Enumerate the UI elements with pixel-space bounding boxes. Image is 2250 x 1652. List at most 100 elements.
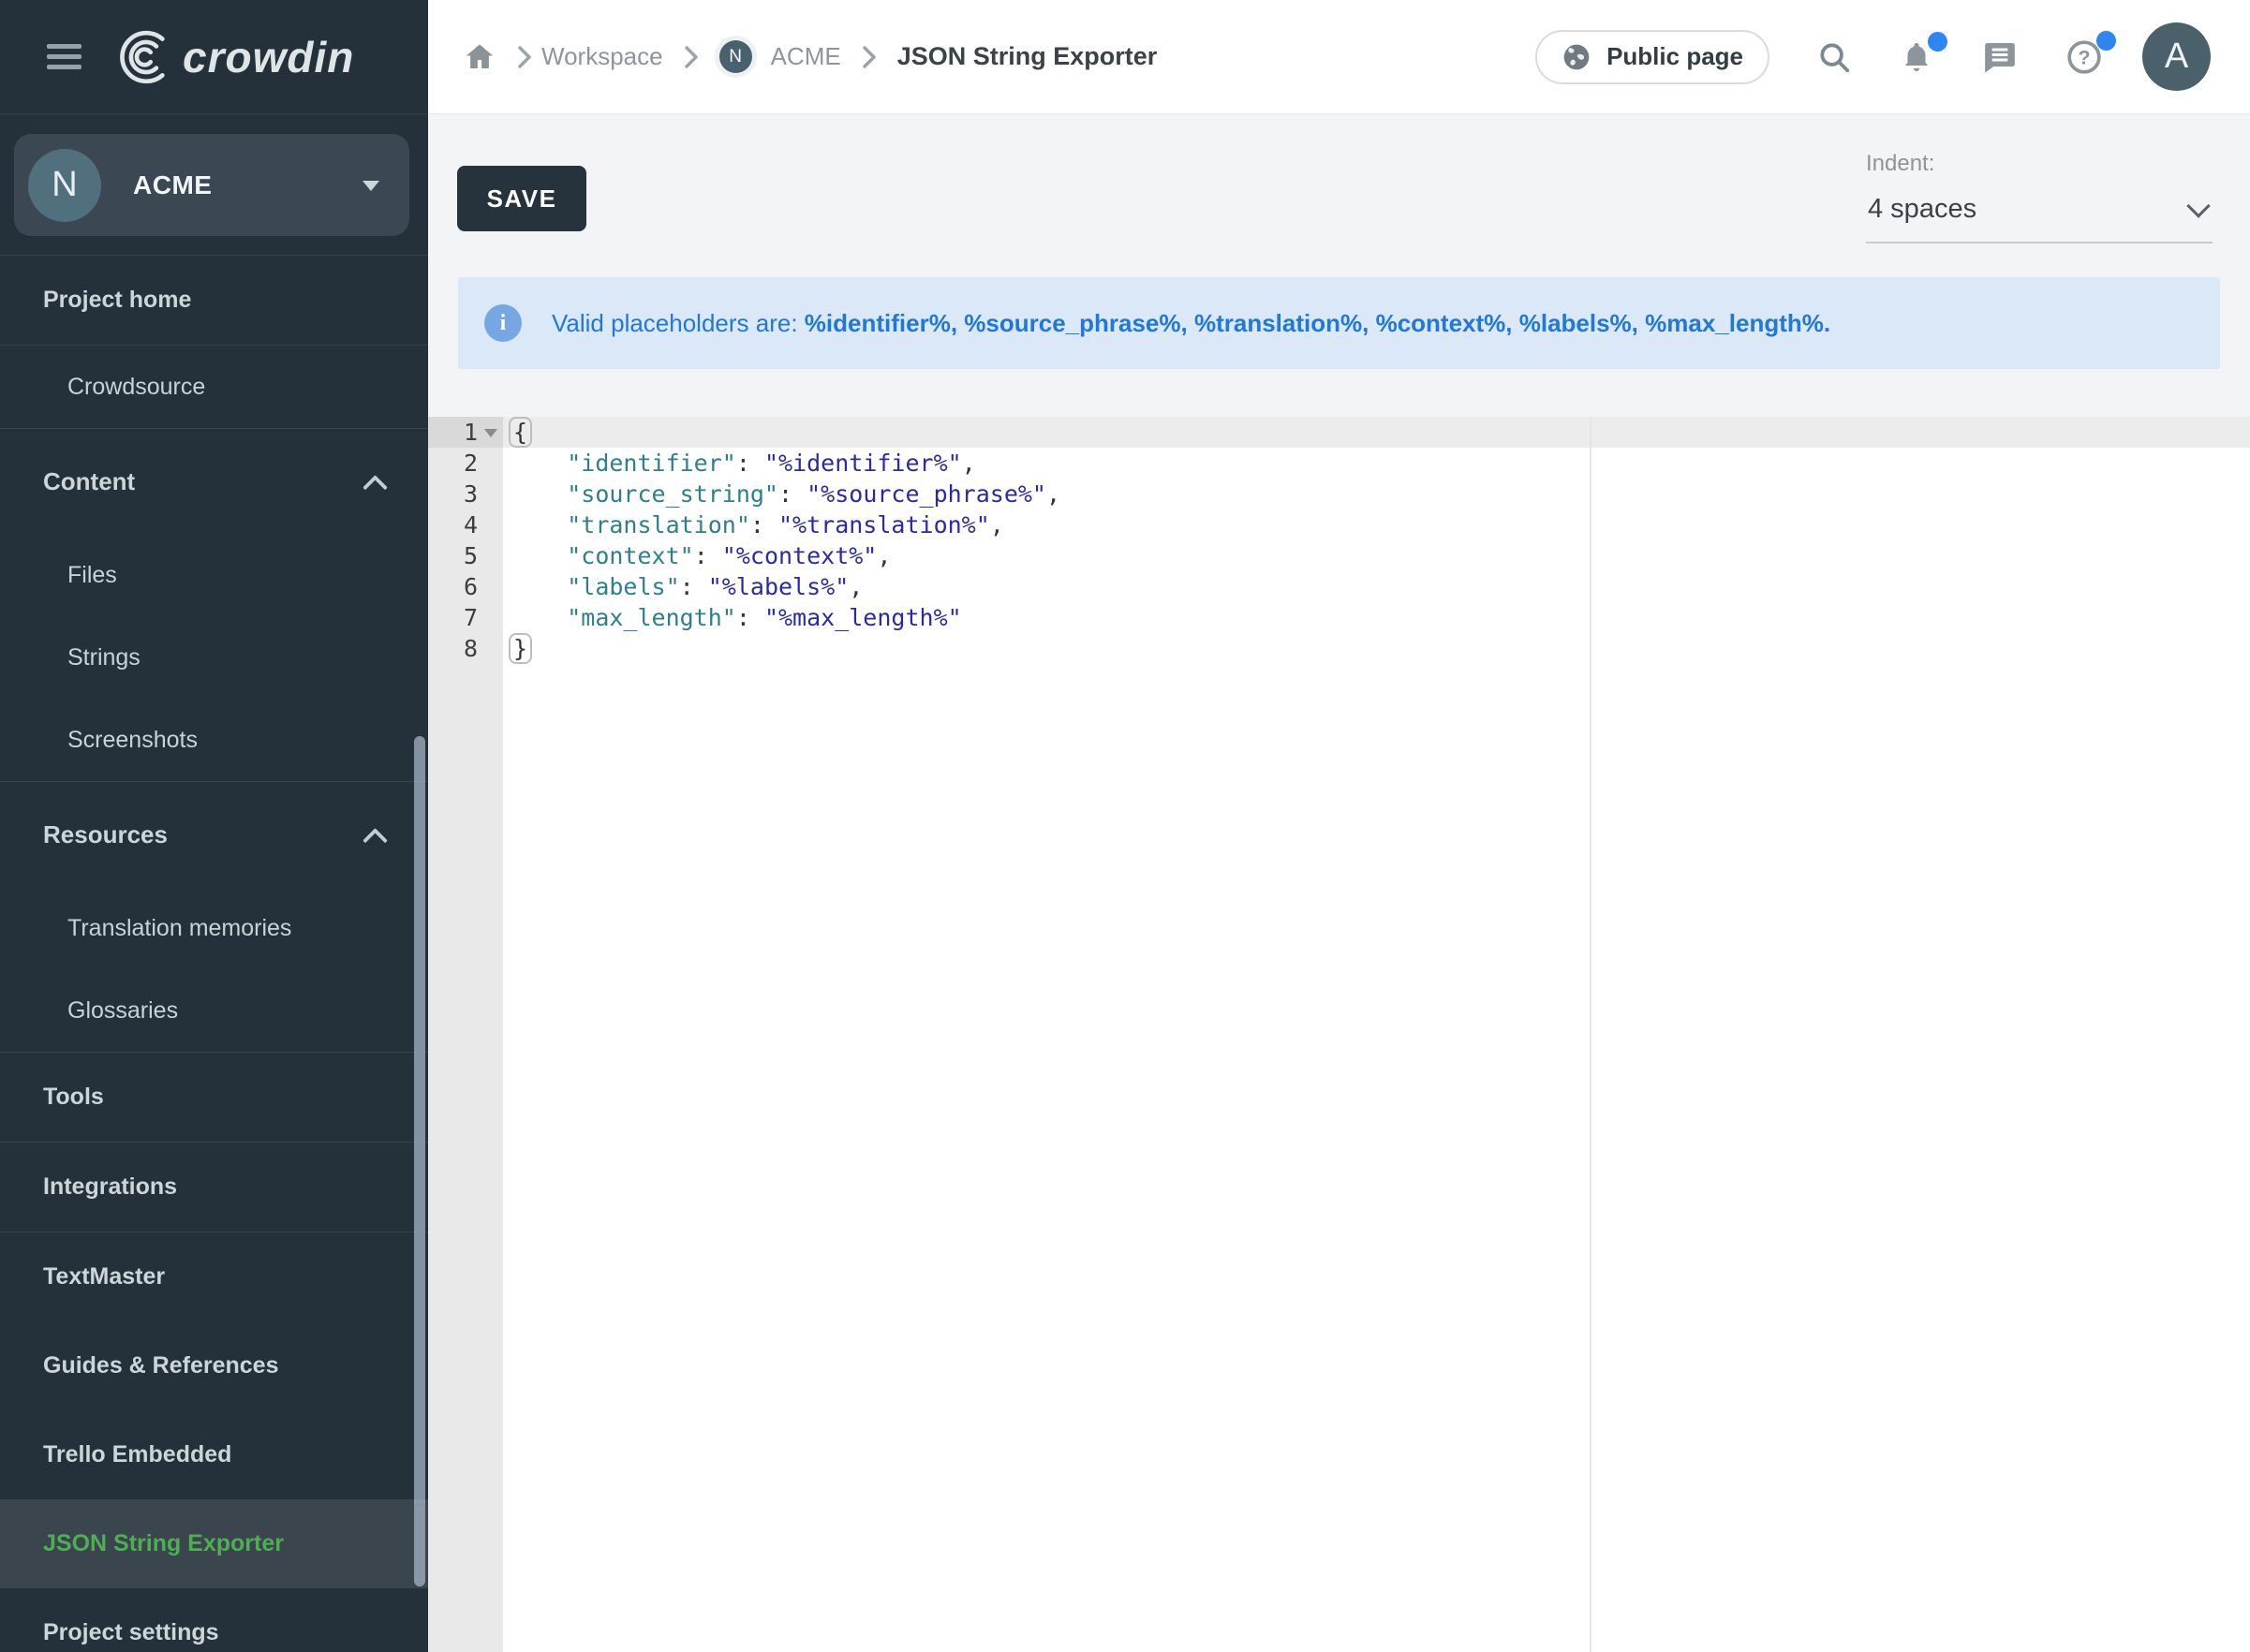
code-text-token: , (849, 573, 863, 600)
code-text-token (511, 480, 567, 508)
home-icon[interactable] (463, 40, 496, 74)
sidebar-item-label: Crowdsource (67, 374, 205, 401)
code-line: "identifier": "%identifier%", (511, 448, 2250, 479)
json-key-token: "identifier" (567, 450, 736, 477)
search-button[interactable] (1816, 39, 1852, 75)
code-line: "translation": "%translation%", (511, 509, 2250, 540)
sidebar-item-crowdsource[interactable]: Crowdsource (0, 346, 428, 428)
sidebar-item-label: Strings (67, 644, 141, 671)
line-number: 4 (428, 509, 503, 540)
svg-text:?: ? (2078, 45, 2090, 68)
breadcrumb-current-page: JSON String Exporter (897, 42, 1158, 71)
matched-bracket-token: } (511, 635, 530, 662)
sidebar-nav: Project home Crowdsource Content Files Strin… (0, 256, 428, 1652)
project-badge: N (719, 40, 752, 73)
code-text-token: : (694, 542, 722, 569)
sidebar-item-label: Files (67, 562, 117, 589)
public-page-button[interactable]: Public page (1535, 30, 1769, 84)
sidebar-scrollbar[interactable] (414, 736, 425, 1586)
sidebar-item-label: Project home (43, 287, 191, 314)
json-key-token: "source_string" (567, 480, 778, 508)
json-value-token: "%translation%" (778, 511, 990, 538)
sidebar-item-content[interactable]: Content (0, 429, 428, 534)
code-text-token: , (962, 450, 976, 477)
sidebar-item-project-home[interactable]: Project home (0, 256, 428, 345)
sidebar-item-textmaster[interactable]: TextMaster (0, 1232, 428, 1321)
app-window: crowdin N ACME Project home Crowdsource Co… (0, 0, 2250, 1652)
code-line: "source_string": "%source_phrase%", (511, 479, 2250, 509)
sidebar-item-trello-embedded[interactable]: Trello Embedded (0, 1410, 428, 1499)
placeholder-token: %translation%, (1194, 309, 1369, 337)
code-text-token: , (990, 511, 1004, 538)
caret-down-icon (363, 181, 379, 191)
editor-content[interactable]: { "identifier": "%identifier%", "source_… (503, 417, 2250, 1652)
fold-toggle-icon[interactable] (484, 429, 497, 437)
crowdin-logo[interactable]: crowdin (115, 28, 354, 86)
code-line: "context": "%context%", (511, 540, 2250, 571)
project-selector[interactable]: N ACME (14, 134, 409, 236)
code-text-token (511, 604, 567, 631)
top-header: Workspace N ACME JSON String Exporter (428, 0, 2250, 114)
code-text-token: : (736, 450, 764, 477)
sidebar-item-integrations[interactable]: Integrations (0, 1143, 428, 1232)
code-text-token: : (778, 480, 807, 508)
sidebar-item-files[interactable]: Files (0, 534, 428, 616)
chevron-right-icon (684, 45, 699, 69)
indent-select[interactable]: 4 spaces (1866, 188, 2213, 243)
sidebar-item-label: Integrations (43, 1173, 177, 1201)
chevron-up-icon (366, 824, 387, 845)
sidebar-item-label: Resources (43, 820, 168, 849)
code-line: "max_length": "%max_length%" (511, 602, 2250, 633)
json-key-token: "max_length" (567, 604, 736, 631)
sidebar-item-label: Translation memories (67, 915, 291, 942)
editor-gutter: 12345678 (428, 417, 503, 1652)
sidebar-item-translation-memories[interactable]: Translation memories (0, 887, 428, 969)
placeholder-token: %context%, (1376, 309, 1513, 337)
sidebar-item-guides-references[interactable]: Guides & References (0, 1321, 428, 1410)
notifications-button[interactable] (1899, 39, 1934, 75)
breadcrumb-project[interactable]: N ACME (719, 40, 841, 73)
sidebar-item-strings[interactable]: Strings (0, 616, 428, 699)
sidebar-item-resources[interactable]: Resources (0, 782, 428, 887)
code-line: "labels": "%labels%", (511, 571, 2250, 602)
json-value-token: "%context%" (722, 542, 878, 569)
save-button[interactable]: SAVE (457, 166, 586, 231)
breadcrumb-workspace[interactable]: Workspace (541, 42, 663, 71)
messages-button[interactable] (1981, 38, 2019, 76)
sidebar-item-project-settings[interactable]: Project settings (0, 1588, 428, 1652)
sidebar-item-label: Guides & References (43, 1352, 279, 1379)
page-toolbar: SAVE Indent: 4 spaces (428, 114, 2250, 277)
chevron-right-icon (517, 45, 532, 69)
info-banner: i Valid placeholders are: %identifier%, … (458, 277, 2220, 369)
sidebar-top: crowdin (0, 0, 428, 114)
user-avatar[interactable]: A (2142, 22, 2211, 91)
code-text-token: : (736, 604, 764, 631)
notification-dot (2096, 31, 2116, 51)
code-text-token: : (680, 573, 708, 600)
menu-icon[interactable] (47, 44, 81, 69)
matched-bracket-token: { (511, 419, 530, 446)
project-avatar: N (28, 149, 101, 222)
sidebar-item-label: Screenshots (67, 727, 198, 754)
json-value-token: "%labels%" (708, 573, 850, 600)
line-number: 1 (428, 417, 503, 448)
code-line: { (511, 417, 2250, 448)
line-number: 3 (428, 479, 503, 509)
placeholder-token: %source_phrase%, (964, 309, 1187, 337)
help-button[interactable]: ? (2065, 38, 2103, 76)
code-text-token (511, 573, 567, 600)
chevron-right-icon (862, 45, 877, 69)
project-name: ACME (133, 170, 212, 200)
sidebar-item-json-string-exporter[interactable]: JSON String Exporter (0, 1499, 428, 1588)
json-value-token: "%source_phrase%" (807, 480, 1046, 508)
sidebar-item-glossaries[interactable]: Glossaries (0, 969, 428, 1052)
globe-icon (1562, 42, 1591, 72)
breadcrumb-project-label: ACME (771, 42, 841, 71)
sidebar-item-screenshots[interactable]: Screenshots (0, 699, 428, 781)
search-icon (1816, 39, 1852, 75)
sidebar-item-tools[interactable]: Tools (0, 1053, 428, 1142)
line-number: 6 (428, 571, 503, 602)
json-key-token: "context" (567, 542, 693, 569)
sidebar-item-label: Project settings (43, 1619, 219, 1646)
json-value-token: "%identifier%" (764, 450, 962, 477)
